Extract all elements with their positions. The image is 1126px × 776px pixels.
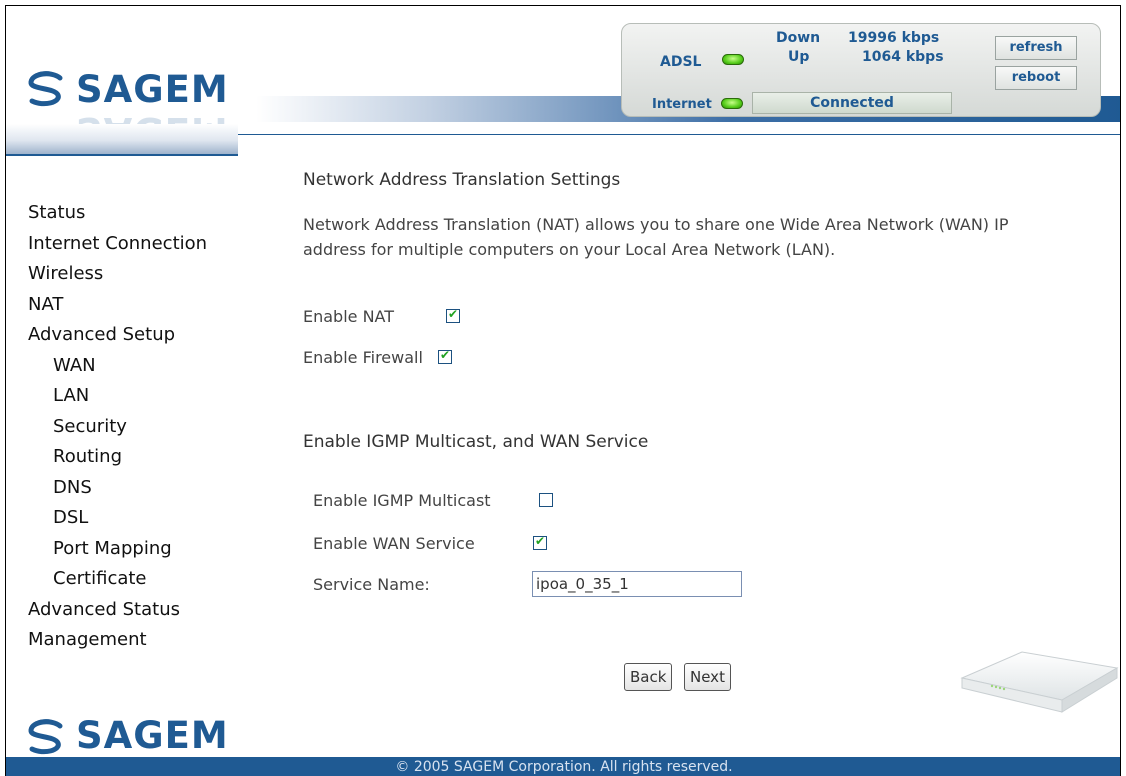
- connection-status-badge: Connected: [752, 92, 952, 114]
- internet-label: Internet: [652, 97, 712, 112]
- sidebar-item-advanced-setup[interactable]: Advanced Setup: [28, 320, 258, 351]
- connection-status-panel: ADSL Down 19996 kbps Up 1064 kbps Intern…: [621, 23, 1101, 117]
- header-left-stripe: [6, 124, 238, 156]
- internet-led-icon: [721, 98, 743, 109]
- enable-wan-service-row: Enable WAN Service: [313, 534, 547, 554]
- enable-igmp-row: Enable IGMP Multicast: [313, 491, 553, 511]
- sidebar-item-wireless[interactable]: Wireless: [28, 259, 258, 290]
- next-button[interactable]: Next: [684, 663, 731, 691]
- sidebar-item-port-mapping[interactable]: Port Mapping: [28, 534, 258, 565]
- enable-nat-label: Enable NAT: [303, 307, 395, 326]
- enable-wan-service-label: Enable WAN Service: [313, 534, 475, 553]
- service-name-row: Service Name:: [313, 571, 742, 597]
- adsl-label: ADSL: [660, 54, 702, 70]
- sidebar-item-certificate[interactable]: Certificate: [28, 564, 258, 595]
- nat-description: Network Address Translation (NAT) allows…: [303, 215, 1009, 259]
- sidebar-item-status[interactable]: Status: [28, 198, 258, 229]
- enable-nat-checkbox[interactable]: [446, 307, 460, 323]
- enable-igmp-label: Enable IGMP Multicast: [313, 491, 491, 510]
- enable-firewall-row: Enable Firewall: [303, 348, 452, 368]
- sagem-swoosh-icon: [28, 71, 63, 107]
- back-button[interactable]: Back: [624, 663, 673, 691]
- footer-bar: © 2005 SAGEM Corporation. All rights res…: [6, 757, 1120, 776]
- copyright-text: © 2005 SAGEM Corporation. All rights res…: [395, 759, 733, 775]
- sidebar-item-internet-connection[interactable]: Internet Connection: [28, 229, 258, 260]
- downstream-label: Down: [776, 30, 821, 46]
- reboot-button[interactable]: reboot: [995, 66, 1077, 90]
- service-name-input[interactable]: [532, 571, 742, 597]
- adsl-led-icon: [722, 54, 744, 65]
- router-admin-page: SAGEM SAGEM ADSL Down 19996 kbps Up 1064…: [5, 5, 1121, 776]
- enable-igmp-checkbox[interactable]: [539, 493, 553, 507]
- igmp-wan-heading: Enable IGMP Multicast, and WAN Service: [303, 432, 649, 452]
- sagem-swoosh-icon: [28, 719, 63, 755]
- service-name-label: Service Name:: [313, 575, 430, 594]
- enable-firewall-checkbox[interactable]: [438, 348, 452, 364]
- downstream-rate: 19996 kbps: [848, 30, 940, 46]
- sidebar-item-management[interactable]: Management: [28, 625, 258, 656]
- upstream-label: Up: [788, 49, 810, 65]
- page-title: Network Address Translation Settings: [303, 170, 621, 190]
- sidebar-item-routing[interactable]: Routing: [28, 442, 258, 473]
- sidebar-item-dns[interactable]: DNS: [28, 473, 258, 504]
- sidebar-item-dsl[interactable]: DSL: [28, 503, 258, 534]
- header-divider: [238, 134, 1120, 135]
- brand-wordmark: SAGEM: [76, 68, 229, 111]
- upstream-rate: 1064 kbps: [862, 49, 944, 65]
- enable-firewall-label: Enable Firewall: [303, 348, 423, 367]
- refresh-button[interactable]: refresh: [995, 36, 1077, 60]
- sidebar-nav: Status Internet Connection Wireless NAT …: [28, 198, 258, 656]
- sidebar-item-advanced-status[interactable]: Advanced Status: [28, 595, 258, 626]
- sagem-logo-bottom: SAGEM: [24, 712, 244, 762]
- brand-wordmark: SAGEM: [76, 714, 229, 757]
- sidebar-item-security[interactable]: Security: [28, 412, 258, 443]
- enable-nat-row: Enable NAT: [303, 307, 460, 327]
- enable-wan-service-checkbox[interactable]: [533, 534, 547, 550]
- sidebar-item-wan[interactable]: WAN: [28, 351, 258, 382]
- sidebar-item-lan[interactable]: LAN: [28, 381, 258, 412]
- router-device-icon: [960, 651, 1119, 713]
- sidebar-item-nat[interactable]: NAT: [28, 290, 258, 321]
